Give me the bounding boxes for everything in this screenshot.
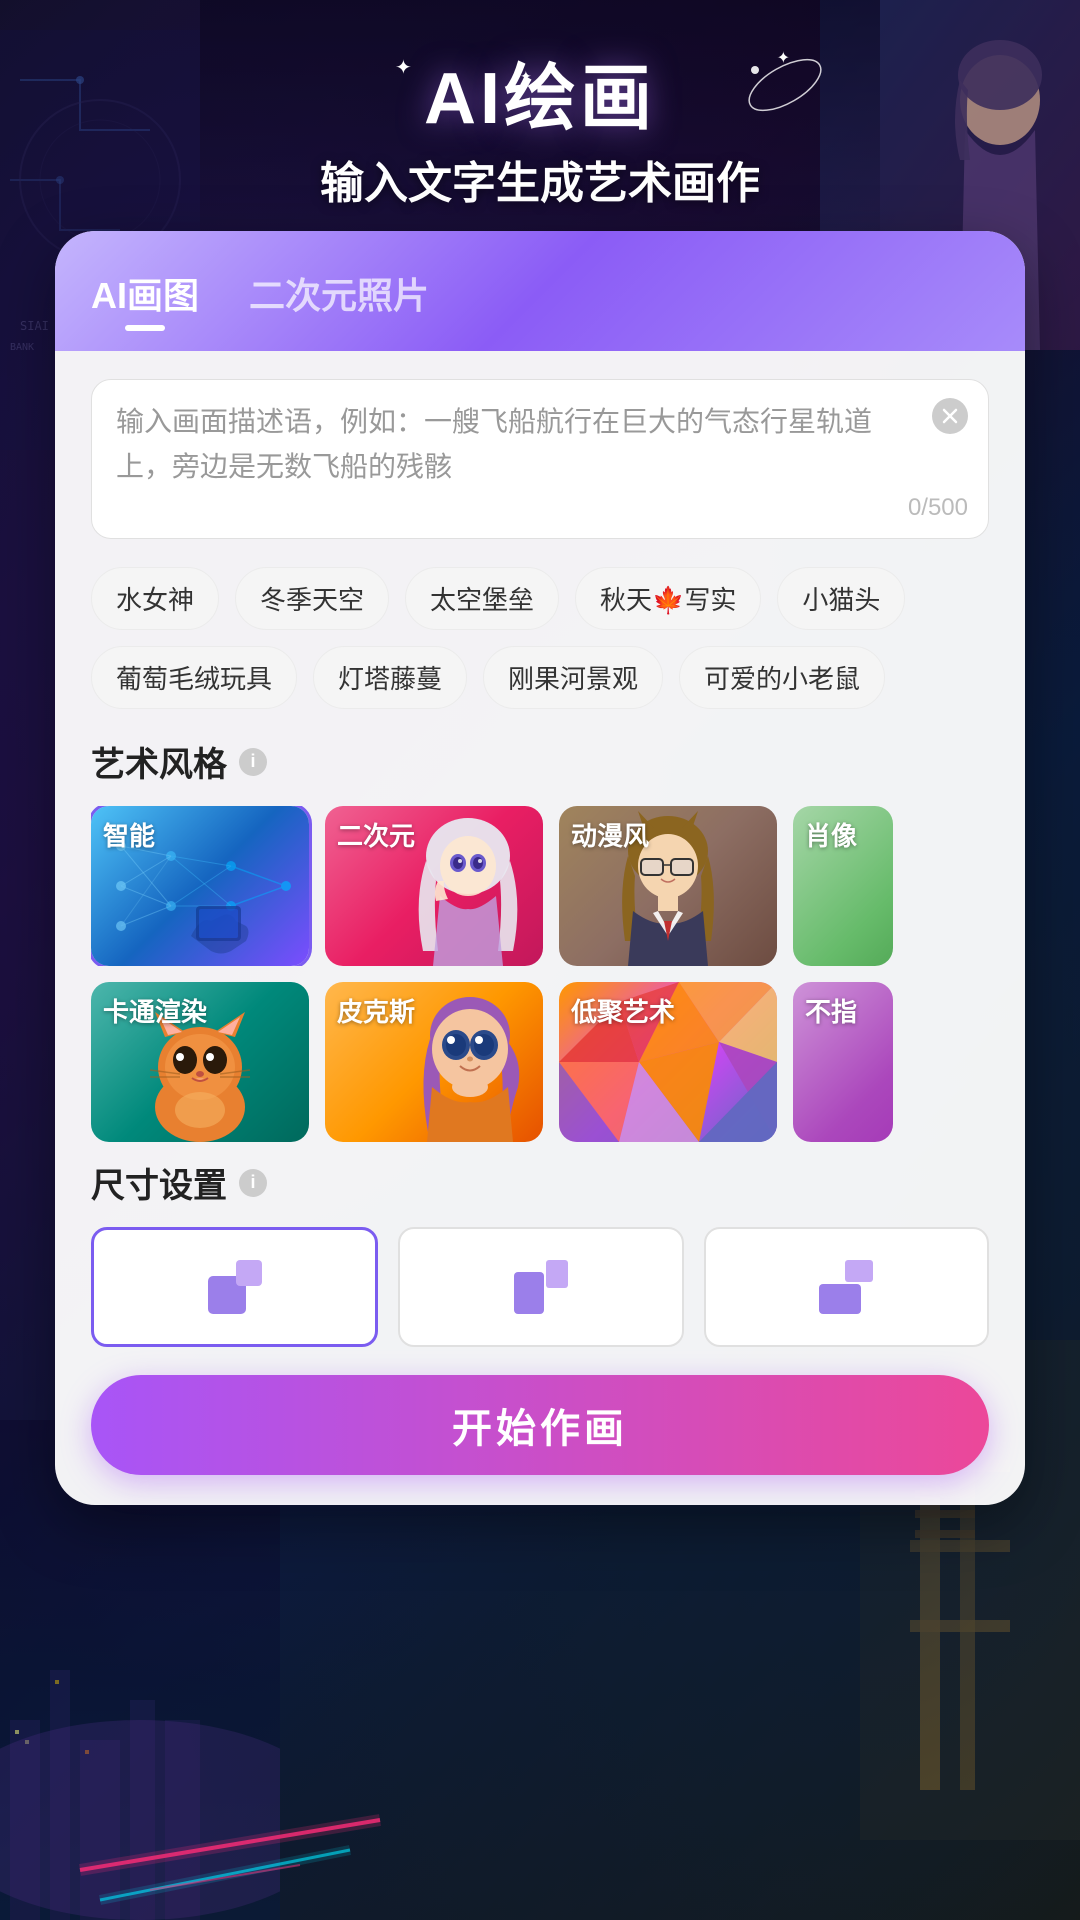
- style-row-1: 智能: [91, 806, 989, 966]
- style-label-buzhi: 不指: [805, 992, 857, 1029]
- tag-chip[interactable]: 可爱的小老鼠: [679, 646, 885, 709]
- char-counter: 0/500: [908, 494, 968, 522]
- size-landscape-sub-rect: [845, 1260, 873, 1282]
- size-square-icon: [208, 1260, 262, 1314]
- tag-chip[interactable]: 水女神: [91, 567, 219, 630]
- prompt-placeholder-text: 输入画面描述语，例如：一艘飞船航行在巨大的气态行星轨道上，旁边是无数飞船的残骸: [116, 400, 964, 490]
- style-card-xiaoxiang[interactable]: 肖像: [793, 806, 893, 966]
- sparkle-2: ✦: [520, 68, 532, 85]
- style-label-pikes: 皮克斯: [337, 992, 415, 1029]
- size-portrait-icon: [514, 1260, 568, 1314]
- style-card-pikes[interactable]: 皮克斯: [325, 982, 543, 1142]
- size-card-square[interactable]: [91, 1227, 378, 1347]
- size-landscape-main-rect: [819, 1284, 861, 1314]
- style-card-katong[interactable]: 卡通渲染: [91, 982, 309, 1142]
- size-info-icon[interactable]: i: [239, 1169, 267, 1197]
- style-card-zhineng[interactable]: 智能: [91, 806, 309, 966]
- main-card: AI画图 二次元照片 输入画面描述语，例如：一艘飞船航行在巨大的气态行星轨道上，…: [55, 231, 1025, 1505]
- style-card-dongman[interactable]: 动漫风: [559, 806, 777, 966]
- tags-container: 水女神 冬季天空 太空堡垒 秋天🍁写实 小猫头 葡萄毛绒玩具 灯塔藤蔓 刚果河景…: [91, 567, 989, 709]
- size-portrait-main-rect: [514, 1272, 544, 1314]
- header: ✦ ✦ ✦ AI绘画 输入文字生成艺术画作: [0, 0, 1080, 231]
- style-label-dongman: 动漫风: [571, 816, 649, 853]
- orbit-decoration: [740, 40, 830, 130]
- style-label-katong: 卡通渲染: [103, 992, 207, 1029]
- prompt-input-area[interactable]: 输入画面描述语，例如：一艘飞船航行在巨大的气态行星轨道上，旁边是无数飞船的残骸 …: [91, 379, 989, 539]
- style-card-erciyuan[interactable]: 二次元: [325, 806, 543, 966]
- size-settings-header: 尺寸设置 i: [91, 1158, 989, 1207]
- clear-button[interactable]: [932, 398, 968, 434]
- size-card-portrait[interactable]: [398, 1227, 683, 1347]
- tag-chip[interactable]: 刚果河景观: [483, 646, 663, 709]
- size-portrait-sub-rect: [546, 1260, 568, 1288]
- style-row-2: 卡通渲染: [91, 982, 989, 1142]
- tag-chip[interactable]: 冬季天空: [235, 567, 389, 630]
- tabs-container: AI画图 二次元照片: [91, 267, 989, 351]
- start-drawing-button[interactable]: 开始作画: [91, 1375, 989, 1475]
- style-label-zhineng: 智能: [103, 816, 155, 853]
- tab-anime-photo[interactable]: 二次元照片: [249, 267, 429, 327]
- tag-chip[interactable]: 小猫头: [777, 567, 905, 630]
- page-title: AI绘画: [0, 60, 1080, 139]
- style-card-buzhi[interactable]: 不指: [793, 982, 893, 1142]
- tag-chip[interactable]: 太空堡垒: [405, 567, 559, 630]
- tag-chip[interactable]: 葡萄毛绒玩具: [91, 646, 297, 709]
- art-style-section: 艺术风格 i: [91, 737, 989, 1142]
- size-landscape-icon: [819, 1260, 873, 1314]
- art-style-info-icon[interactable]: i: [239, 748, 267, 776]
- size-grid: [91, 1227, 989, 1347]
- size-square-icon-wrapper: [207, 1259, 263, 1315]
- style-card-dijupoly[interactable]: 低聚艺术: [559, 982, 777, 1142]
- tags-row-1: 水女神 冬季天空 太空堡垒 秋天🍁写实 小猫头: [91, 567, 989, 630]
- tab-ai-drawing[interactable]: AI画图: [91, 267, 199, 327]
- style-label-dijupoly: 低聚艺术: [571, 992, 675, 1029]
- size-card-landscape[interactable]: [704, 1227, 989, 1347]
- card-header: AI画图 二次元照片: [55, 231, 1025, 351]
- size-square-sub-rect: [236, 1260, 262, 1286]
- size-landscape-icon-wrapper: [818, 1259, 874, 1315]
- size-portrait-icon-wrapper: [513, 1259, 569, 1315]
- art-style-title: 艺术风格: [91, 737, 227, 786]
- style-label-xiaoxiang: 肖像: [805, 816, 857, 853]
- sparkle-1: ✦: [395, 55, 412, 80]
- art-style-header: 艺术风格 i: [91, 737, 989, 786]
- tag-chip[interactable]: 灯塔藤蔓: [313, 646, 467, 709]
- style-label-erciyuan: 二次元: [337, 816, 415, 853]
- size-settings-section: 尺寸设置 i: [91, 1158, 989, 1347]
- tag-chip[interactable]: 秋天🍁写实: [575, 567, 761, 630]
- size-settings-title: 尺寸设置: [91, 1158, 227, 1207]
- page-subtitle: 输入文字生成艺术画作: [0, 147, 1080, 211]
- tags-row-2: 葡萄毛绒玩具 灯塔藤蔓 刚果河景观 可爱的小老鼠: [91, 646, 989, 709]
